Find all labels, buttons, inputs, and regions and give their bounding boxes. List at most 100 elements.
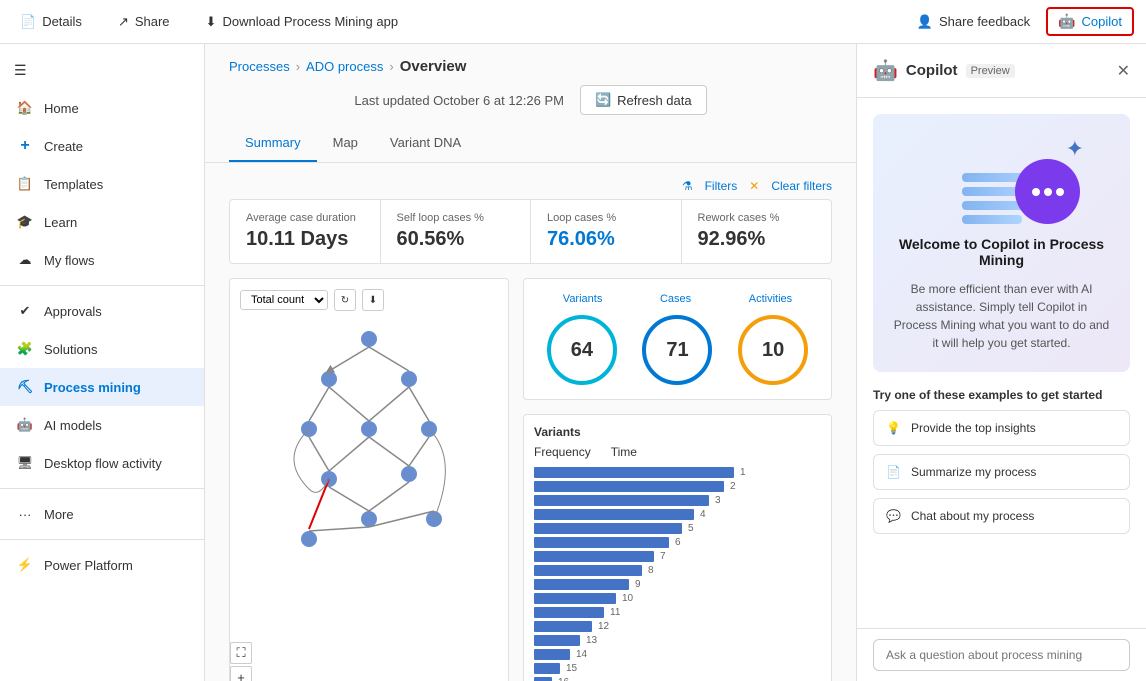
stat-avg-duration-label: Average case duration <box>246 212 364 224</box>
more-icon: ··· <box>16 505 34 523</box>
fit-screen-button[interactable]: ⛶ <box>230 642 252 664</box>
summarize-label: Summarize my process <box>911 465 1036 479</box>
variants-panel: Variants Frequency Time 1 <box>523 414 832 681</box>
copilot-button[interactable]: 🤖 Copilot <box>1046 7 1134 36</box>
sidebar-item-my-flows[interactable]: ☁ My flows <box>0 241 204 279</box>
home-icon: 🏠 <box>16 99 34 117</box>
stat-self-loop-label: Self loop cases % <box>397 212 515 224</box>
tab-map-label: Map <box>333 135 358 150</box>
breadcrumb-processes[interactable]: Processes <box>229 59 290 74</box>
copilot-example-chat[interactable]: 💬 Chat about my process <box>873 498 1130 534</box>
chat-dots <box>1032 188 1064 196</box>
variant-bar-4 <box>534 509 694 520</box>
variants-col-time: Time <box>611 445 637 459</box>
sidebar-item-power-platform[interactable]: ⚡ Power Platform <box>0 546 204 584</box>
variant-bar-row-2: 2 <box>534 481 821 492</box>
chart-icon-btn-1[interactable]: ↻ <box>334 289 356 311</box>
share-feedback-button[interactable]: 👤 Share feedback <box>909 10 1038 34</box>
download-icon: ⬇ <box>206 14 217 30</box>
variant-bar-row-12: 12 <box>534 621 821 632</box>
download-button[interactable]: ⬇ Download Process Mining app <box>198 10 407 34</box>
stat-loop-cases: Loop cases % 76.06% <box>531 200 682 263</box>
stat-avg-duration: Average case duration 10.11 Days <box>230 200 381 263</box>
copilot-example-summarize[interactable]: 📄 Summarize my process <box>873 454 1130 490</box>
copilot-close-button[interactable]: ✕ <box>1117 61 1130 81</box>
copilot-preview-badge: Preview <box>966 64 1015 78</box>
circle-cases: 71 <box>642 315 712 385</box>
variant-bar-11 <box>534 607 604 618</box>
refresh-button[interactable]: 🔄 Refresh data <box>580 85 707 115</box>
zoom-in-button[interactable]: + <box>230 666 252 681</box>
breadcrumb-current: Overview <box>400 58 467 75</box>
variants-col-frequency: Frequency <box>534 445 591 459</box>
copilot-input[interactable] <box>873 639 1130 671</box>
process-mining-icon: ⛏ <box>16 378 34 396</box>
sidebar-item-templates[interactable]: 📋 Templates <box>0 165 204 203</box>
variant-bar-row-13: 13 <box>534 635 821 646</box>
chart-process-map: Total count ↻ ⬇ <box>229 278 509 681</box>
sidebar-item-process-mining[interactable]: ⛏ Process mining <box>0 368 204 406</box>
stat-rework-label: Rework cases % <box>698 212 816 224</box>
variant-bar-14 <box>534 649 570 660</box>
chat-label: Chat about my process <box>911 509 1034 523</box>
share-feedback-label: Share feedback <box>939 14 1030 29</box>
stat-avg-duration-value: 10.11 Days <box>246 228 364 251</box>
solutions-icon: 🧩 <box>16 340 34 358</box>
sidebar-item-home[interactable]: 🏠 Home <box>0 89 204 127</box>
copilot-body: ✦ Welcome to Copilot in Process Mining B… <box>857 98 1146 628</box>
sidebar-item-solutions-label: Solutions <box>44 342 97 357</box>
desktop-flow-icon: 🖥 <box>16 454 34 472</box>
content-area: Processes › ADO process › Overview Last … <box>205 44 856 681</box>
sidebar-item-more-label: More <box>44 507 74 522</box>
chat-dot-1 <box>1032 188 1040 196</box>
breadcrumb-sep-2: › <box>389 59 393 74</box>
variant-bar-9 <box>534 579 629 590</box>
sidebar-item-approvals[interactable]: ✔ Approvals <box>0 292 204 330</box>
circle-cases-value: 71 <box>642 315 712 385</box>
sidebar-item-learn[interactable]: 🎓 Learn <box>0 203 204 241</box>
variants-label: Variants <box>563 293 603 305</box>
sidebar-item-solutions[interactable]: 🧩 Solutions <box>0 330 204 368</box>
chat-icon: 💬 <box>886 509 901 523</box>
sidebar-item-learn-label: Learn <box>44 215 77 230</box>
sidebar-item-create-label: Create <box>44 139 83 154</box>
share-button[interactable]: ↗ Share <box>110 10 178 34</box>
details-button[interactable]: 📄 Details <box>12 10 90 34</box>
copilot-example-top-insights[interactable]: 💡 Provide the top insights <box>873 410 1130 446</box>
sidebar-item-ai-models-label: AI models <box>44 418 102 433</box>
variant-bar-7 <box>534 551 654 562</box>
hamburger-button[interactable]: ☰ <box>0 52 204 89</box>
circle-activities-value: 10 <box>738 315 808 385</box>
top-bar: 📄 Details ↗ Share ⬇ Download Process Min… <box>0 0 1146 44</box>
top-insights-icon: 💡 <box>886 421 901 435</box>
tab-map[interactable]: Map <box>317 125 374 162</box>
sidebar-item-ai-models[interactable]: 🤖 AI models <box>0 406 204 444</box>
sidebar-item-more[interactable]: ··· More <box>0 495 204 533</box>
feedback-icon: 👤 <box>917 14 933 30</box>
sidebar-item-power-platform-label: Power Platform <box>44 558 133 573</box>
tab-variant-dna[interactable]: Variant DNA <box>374 125 477 162</box>
copilot-header-icon: 🤖 <box>873 58 898 83</box>
circles-row: 64 71 10 <box>534 315 821 385</box>
copilot-header: 🤖 Copilot Preview ✕ <box>857 44 1146 98</box>
variant-bar-8 <box>534 565 642 576</box>
filter-row: ⚗ Filters ✕ Clear filters <box>229 179 832 193</box>
sidebar-item-desktop-flow[interactable]: 🖥 Desktop flow activity <box>0 444 204 482</box>
variant-bar-16 <box>534 677 552 681</box>
breadcrumb-ado[interactable]: ADO process <box>306 59 383 74</box>
tab-summary-label: Summary <box>245 135 301 150</box>
variant-bars: 1 2 3 4 <box>534 467 821 681</box>
tab-summary[interactable]: Summary <box>229 125 317 162</box>
sidebar-item-create[interactable]: + Create <box>0 127 204 165</box>
sidebar-item-process-mining-label: Process mining <box>44 380 141 395</box>
clear-filters-label[interactable]: Clear filters <box>771 179 832 193</box>
variant-bar-row-5: 5 <box>534 523 821 534</box>
chart-icon-btn-2[interactable]: ⬇ <box>362 289 384 311</box>
details-icon: 📄 <box>20 14 36 30</box>
variant-bar-row-14: 14 <box>534 649 821 660</box>
illustration-graphic: ✦ <box>893 134 1110 224</box>
filters-label[interactable]: Filters <box>705 179 738 193</box>
templates-icon: 📋 <box>16 175 34 193</box>
share-icon: ↗ <box>118 14 129 30</box>
total-count-dropdown[interactable]: Total count <box>240 290 328 310</box>
